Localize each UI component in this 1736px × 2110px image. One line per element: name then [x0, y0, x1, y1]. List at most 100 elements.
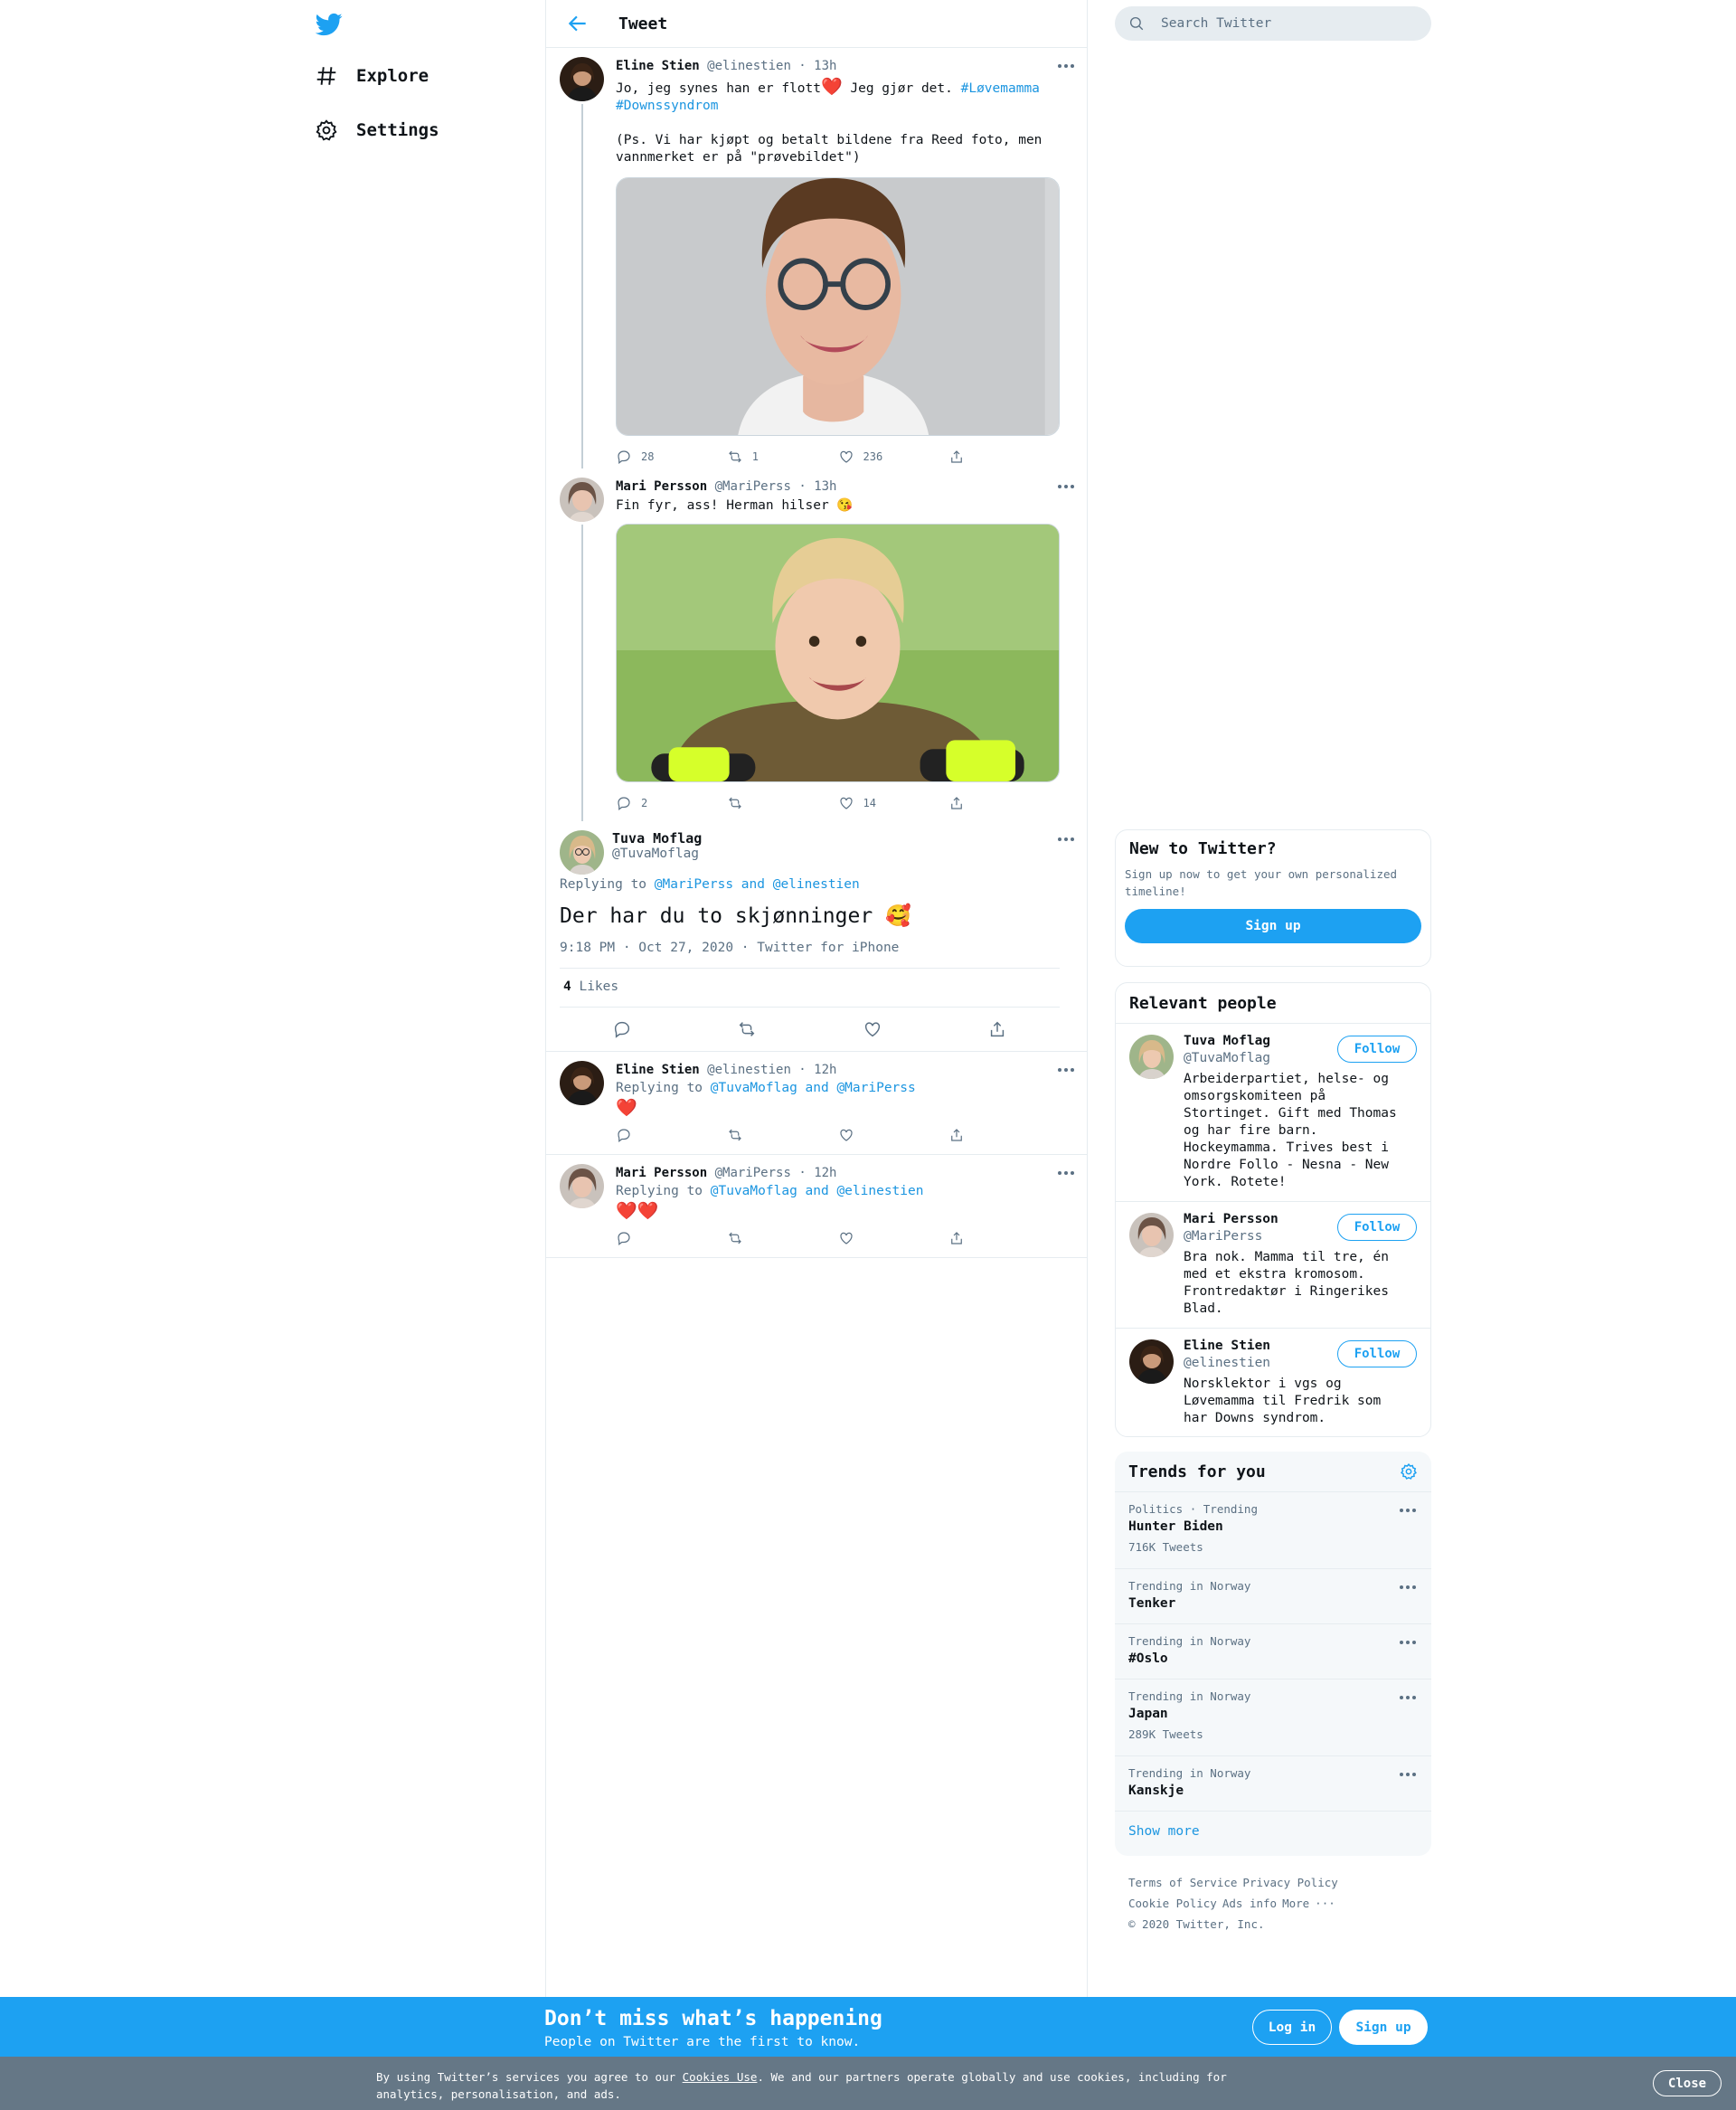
- nav-explore[interactable]: Explore: [315, 58, 429, 94]
- trend-context: Trending in Norway: [1128, 1689, 1251, 1703]
- tweet-time[interactable]: 12h: [814, 1166, 836, 1180]
- signup-button[interactable]: Sign up: [1125, 909, 1421, 943]
- follow-button[interactable]: Follow: [1337, 1340, 1417, 1367]
- login-button[interactable]: Log in: [1252, 2010, 1332, 2045]
- retweet-button[interactable]: [727, 1127, 838, 1143]
- footer-link-ads[interactable]: Ads info: [1222, 1897, 1277, 1910]
- author-handle[interactable]: @TuvaMoflag: [612, 847, 1073, 861]
- close-cookie-button[interactable]: Close: [1653, 2070, 1722, 2096]
- like-button[interactable]: [838, 1230, 949, 1246]
- trend-item[interactable]: Trending in Norway Japan 289K Tweets: [1115, 1679, 1431, 1755]
- tweet-time[interactable]: 12h: [814, 1063, 836, 1077]
- trend-item[interactable]: Trending in Norway Tenker: [1115, 1568, 1431, 1623]
- retweet-icon[interactable]: [737, 1019, 757, 1039]
- avatar[interactable]: [560, 830, 604, 875]
- author-handle[interactable]: @elinestien: [707, 1063, 791, 1077]
- author-name[interactable]: Mari Persson: [616, 479, 707, 494]
- retweet-button[interactable]: [727, 795, 838, 811]
- like-count: 236: [863, 450, 883, 463]
- footer-link-cookies[interactable]: Cookie Policy: [1128, 1897, 1217, 1910]
- more-options-icon[interactable]: [1056, 834, 1076, 845]
- reply-button[interactable]: 28: [616, 449, 727, 465]
- avatar[interactable]: [560, 1061, 604, 1105]
- avatar[interactable]: [1129, 1339, 1174, 1384]
- person-item[interactable]: Follow Tuva Moflag @TuvaMoflag Arbeiderp…: [1116, 1023, 1430, 1201]
- show-more-link[interactable]: Show more: [1115, 1811, 1431, 1851]
- like-button[interactable]: [838, 1127, 949, 1143]
- trend-item[interactable]: Trending in Norway #Oslo: [1115, 1623, 1431, 1679]
- more-options-icon[interactable]: [1056, 481, 1076, 492]
- reply-button[interactable]: [616, 1230, 727, 1246]
- like-button[interactable]: 14: [838, 795, 949, 811]
- share-button[interactable]: [948, 1230, 1060, 1246]
- reply-icon[interactable]: [612, 1019, 632, 1039]
- hashtag-link[interactable]: #Downssyndrom: [616, 99, 719, 113]
- share-button[interactable]: [948, 449, 1060, 465]
- cookies-use-link[interactable]: Cookies Use: [683, 2070, 758, 2084]
- avatar[interactable]: [1129, 1213, 1174, 1257]
- thread-tweet[interactable]: Eline Stien @elinestien · 13h Jo, jeg sy…: [546, 48, 1087, 468]
- more-options-icon[interactable]: [1398, 1582, 1418, 1593]
- follow-button[interactable]: Follow: [1337, 1036, 1417, 1063]
- more-options-icon[interactable]: [1398, 1769, 1418, 1780]
- signup-banner-button[interactable]: Sign up: [1339, 2010, 1428, 2045]
- avatar[interactable]: [1129, 1035, 1174, 1079]
- like-button[interactable]: 236: [838, 449, 949, 465]
- likes-summary[interactable]: 4 Likes: [560, 969, 1073, 1007]
- replying-to-links[interactable]: @TuvaMoflag and @elinestien: [711, 1184, 924, 1198]
- person-item[interactable]: Follow Mari Persson @MariPerss Bra nok. …: [1116, 1201, 1430, 1328]
- tweet-source[interactable]: Twitter for iPhone: [757, 941, 899, 955]
- hashtag-link[interactable]: #Løvemamma: [961, 81, 1040, 96]
- author-name[interactable]: Mari Persson: [616, 1166, 707, 1180]
- heart-icon[interactable]: [863, 1019, 882, 1039]
- author-name[interactable]: Tuva Moflag: [612, 830, 1073, 847]
- share-icon[interactable]: [987, 1019, 1007, 1039]
- retweet-button[interactable]: 1: [727, 449, 838, 465]
- author-name[interactable]: Eline Stien: [616, 1063, 700, 1077]
- reply-tweet[interactable]: Mari Persson @MariPerss · 12h Replying t…: [546, 1155, 1087, 1258]
- twitter-bird-icon[interactable]: [315, 11, 344, 38]
- search-input[interactable]: [1161, 16, 1414, 31]
- replying-to-links[interactable]: @TuvaMoflag and @MariPerss: [711, 1081, 916, 1095]
- avatar[interactable]: [560, 1164, 604, 1208]
- person-item[interactable]: Follow Eline Stien @elinestien Norsklekt…: [1116, 1328, 1430, 1436]
- card-title: New to Twitter?: [1129, 839, 1277, 858]
- more-options-icon[interactable]: [1398, 1505, 1418, 1516]
- tweet-time[interactable]: 13h: [814, 479, 836, 494]
- thread-tweet[interactable]: Mari Persson @MariPerss · 13h Fin fyr, a…: [546, 468, 1087, 821]
- more-options-icon[interactable]: [1398, 1692, 1418, 1703]
- footer-link-privacy[interactable]: Privacy Policy: [1242, 1876, 1337, 1889]
- more-options-icon[interactable]: [1056, 1168, 1076, 1178]
- reply-tweet[interactable]: Eline Stien @elinestien · 12h Replying t…: [546, 1052, 1087, 1155]
- replying-to-links[interactable]: @MariPerss and @elinestien: [655, 877, 860, 892]
- retweet-icon: [728, 1129, 741, 1141]
- trend-item[interactable]: Politics · Trending Hunter Biden 716K Tw…: [1115, 1491, 1431, 1568]
- tweet-actions: 28 1 236: [616, 441, 1060, 472]
- tweet-photo[interactable]: [616, 524, 1060, 782]
- share-button[interactable]: [948, 795, 1060, 811]
- author-handle[interactable]: @MariPerss: [715, 1166, 791, 1180]
- author-handle[interactable]: @MariPerss: [715, 479, 791, 494]
- tweet-photo[interactable]: [616, 177, 1060, 436]
- retweet-button[interactable]: [727, 1230, 838, 1246]
- tweet-time[interactable]: 13h: [814, 59, 836, 73]
- reply-button[interactable]: [616, 1127, 727, 1143]
- footer-link-more[interactable]: More ···: [1282, 1897, 1335, 1910]
- footer-link-terms[interactable]: Terms of Service: [1128, 1876, 1237, 1889]
- more-options-icon[interactable]: [1398, 1637, 1418, 1648]
- avatar[interactable]: [560, 57, 604, 101]
- reply-button[interactable]: 2: [616, 795, 727, 811]
- tweet-timestamp[interactable]: 9:18 PM · Oct 27, 2020: [560, 941, 733, 955]
- arrow-left-icon[interactable]: [566, 12, 590, 35]
- author-handle[interactable]: @elinestien: [707, 59, 791, 73]
- more-options-icon[interactable]: [1056, 61, 1076, 71]
- more-options-icon[interactable]: [1056, 1064, 1076, 1075]
- trend-item[interactable]: Trending in Norway Kanskje: [1115, 1755, 1431, 1811]
- share-button[interactable]: [948, 1127, 1060, 1143]
- gear-icon[interactable]: [1400, 1462, 1418, 1481]
- author-name[interactable]: Eline Stien: [616, 59, 700, 73]
- follow-button[interactable]: Follow: [1337, 1214, 1417, 1241]
- nav-settings[interactable]: Settings: [315, 112, 439, 148]
- new-to-twitter-card: New to Twitter? Sign up now to get your …: [1115, 829, 1431, 967]
- avatar[interactable]: [560, 478, 604, 522]
